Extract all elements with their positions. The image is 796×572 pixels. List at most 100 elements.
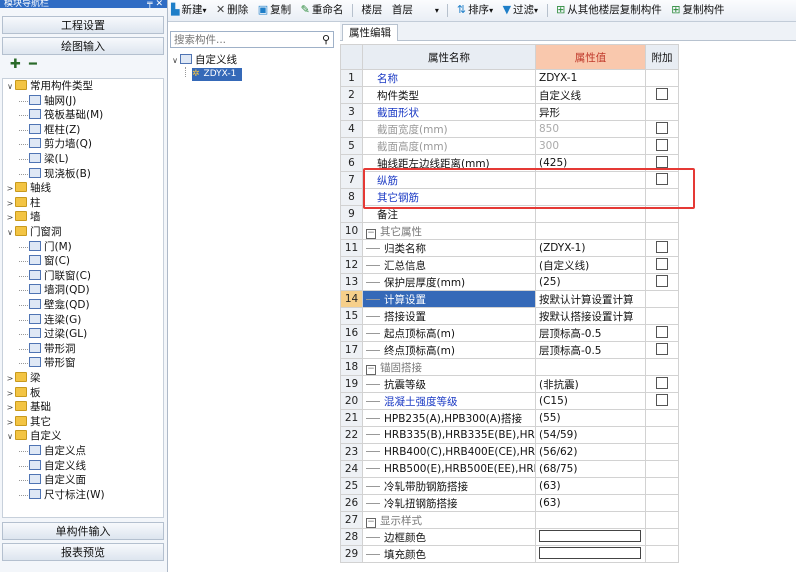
tree-folder[interactable]: ∨ 自定义 [5, 430, 62, 443]
property-value-cell[interactable]: (63) [535, 477, 646, 495]
property-row[interactable]: 21 HPB235(A),HPB300(A)搭接 (55) [340, 409, 679, 427]
property-value-cell[interactable]: (ZDYX-1) [535, 239, 646, 257]
extra-checkbox[interactable] [656, 88, 668, 100]
extra-checkbox[interactable] [656, 377, 668, 389]
property-row[interactable]: 18− 锚固搭接 [340, 358, 679, 376]
expand-toggle-icon[interactable]: > [5, 211, 15, 224]
tree-component-item[interactable]: 框柱(Z) [19, 123, 80, 137]
property-value-cell[interactable]: 层顶标高-0.5 [535, 324, 646, 342]
property-value-cell[interactable] [535, 528, 646, 546]
tree-folder[interactable]: > 墙 [5, 211, 41, 224]
property-value-cell[interactable]: (68/75) [535, 460, 646, 478]
tree-component-item[interactable]: 壁龛(QD) [19, 299, 90, 312]
tree-folder[interactable]: > 梁 [5, 372, 41, 385]
property-value-cell[interactable]: (自定义线) [535, 256, 646, 274]
tree-root-custom-line[interactable]: ∨ 自定义线 [170, 54, 237, 67]
expand-toggle-icon[interactable]: > [5, 372, 15, 385]
tree-folder[interactable]: ∨ 门窗洞 [5, 226, 62, 239]
property-value-cell[interactable] [535, 171, 646, 189]
collapse-toggle-icon[interactable]: ∨ [5, 80, 15, 93]
property-row[interactable]: 9 备注 [340, 205, 679, 223]
extra-checkbox[interactable] [656, 275, 668, 287]
property-row[interactable]: 10− 其它属性 [340, 222, 679, 240]
property-row[interactable]: 14 计算设置 按默认计算设置计算 [340, 290, 679, 308]
navigator-window-controls[interactable]: ╤ ✕ [147, 0, 163, 8]
search-icon[interactable]: ⚲ [322, 33, 330, 46]
extra-checkbox[interactable] [656, 326, 668, 338]
property-row[interactable]: 20 混凝土强度等级 (C15) [340, 392, 679, 410]
collapse-toggle-icon[interactable]: ∨ [5, 430, 15, 443]
sort-button[interactable]: ⇅ 排序▾ [454, 0, 496, 21]
property-value-cell[interactable]: 按默认计算设置计算 [535, 290, 646, 308]
property-row[interactable]: 1 名称 ZDYX-1 [340, 69, 679, 87]
tree-folder[interactable]: > 基础 [5, 401, 51, 414]
tab-property-edit[interactable]: 属性编辑 [342, 24, 398, 41]
color-swatch[interactable] [539, 547, 641, 559]
property-row[interactable]: 17 终点顶标高(m) 层顶标高-0.5 [340, 341, 679, 359]
extra-checkbox[interactable] [656, 241, 668, 253]
property-value-cell[interactable]: (63) [535, 494, 646, 512]
property-value-cell[interactable] [535, 545, 646, 563]
property-row[interactable]: 24 HRB500(E),HRB500E(EE),HRBF (68/75) [340, 460, 679, 478]
copy-component-button[interactable]: ⊞ 复制构件 [668, 0, 727, 21]
property-row[interactable]: 13 保护层厚度(mm) (25) [340, 273, 679, 291]
filter-button[interactable]: ▼ 过滤▾ [500, 0, 541, 21]
property-value-cell[interactable]: (25) [535, 273, 646, 291]
property-value-cell[interactable] [535, 188, 646, 206]
copy-button[interactable]: ▣ 复制 [255, 0, 294, 21]
tree-component-item[interactable]: 筏板基础(M) [19, 109, 103, 122]
property-row[interactable]: 4 截面宽度(mm) 850 [340, 120, 679, 138]
color-swatch[interactable] [539, 530, 641, 542]
expand-toggle-icon[interactable]: > [5, 182, 15, 195]
tree-component-item[interactable]: 门联窗(C) [19, 269, 91, 283]
property-row[interactable]: 22 HRB335(B),HRB335E(BE),HRBF (54/59) [340, 426, 679, 444]
tree-component-item[interactable]: 现浇板(B) [19, 167, 91, 181]
extra-checkbox[interactable] [656, 173, 668, 185]
property-value-cell[interactable]: (C15) [535, 392, 646, 410]
new-button[interactable]: ▙ 新建▾ [168, 0, 209, 21]
property-row[interactable]: 29 填充颜色 [340, 545, 679, 563]
property-value-cell[interactable]: 自定义线 [535, 86, 646, 104]
tree-component-item[interactable]: 剪力墙(Q) [19, 138, 92, 151]
floor-select[interactable]: 首层 ▾ [389, 1, 442, 21]
collapse-all-icon[interactable]: ━ [29, 57, 37, 72]
property-row[interactable]: 25 冷轧带肋钢筋搭接 (63) [340, 477, 679, 495]
property-row[interactable]: 23 HRB400(C),HRB400E(CE),HRBF (56/62) [340, 443, 679, 461]
property-value-cell[interactable]: (425) [535, 154, 646, 172]
extra-checkbox[interactable] [656, 122, 668, 134]
expand-all-icon[interactable]: ✚ [10, 57, 21, 72]
tree-component-item[interactable]: 墙洞(QD) [19, 284, 90, 297]
extra-checkbox[interactable] [656, 258, 668, 270]
property-row[interactable]: 7 纵筋 [340, 171, 679, 189]
tree-component-item[interactable]: 带形窗 [19, 357, 76, 370]
report-preview-button[interactable]: 报表预览 [2, 543, 164, 561]
rename-button[interactable]: ✎ 重命名 [298, 0, 347, 21]
search-input[interactable] [171, 32, 317, 47]
tree-folder[interactable]: > 其它 [5, 415, 51, 429]
property-value-cell[interactable]: 按默认搭接设置计算 [535, 307, 646, 325]
collapse-group-icon[interactable]: − [366, 228, 376, 239]
property-row[interactable]: 5 截面高度(mm) 300 [340, 137, 679, 155]
tree-component-item[interactable]: 门(M) [19, 240, 72, 254]
extra-checkbox[interactable] [656, 139, 668, 151]
property-value-cell[interactable] [535, 511, 646, 529]
property-row[interactable]: 2 构件类型 自定义线 [340, 86, 679, 104]
extra-checkbox[interactable] [656, 394, 668, 406]
property-value-cell[interactable]: 异形 [535, 103, 646, 121]
tree-folder[interactable]: > 柱 [5, 196, 41, 210]
expand-toggle-icon[interactable]: > [5, 416, 15, 429]
property-row[interactable]: 11 归类名称 (ZDYX-1) [340, 239, 679, 257]
drawing-input-button[interactable]: 绘图输入 [2, 37, 164, 55]
tree-component-item[interactable]: 带形洞 [19, 342, 76, 356]
property-row[interactable]: 28 边框颜色 [340, 528, 679, 546]
property-value-cell[interactable]: (56/62) [535, 443, 646, 461]
expand-toggle-icon[interactable]: > [5, 401, 15, 414]
extra-checkbox[interactable] [656, 156, 668, 168]
property-value-cell[interactable]: 850 [535, 120, 646, 138]
tree-component-item[interactable]: 梁(L) [19, 153, 69, 166]
copy-from-other-floor-button[interactable]: ⊞ 从其他楼层复制构件 [553, 0, 665, 21]
tree-item-zdyx-1[interactable]: ✲ ZDYX-1 [192, 68, 243, 81]
property-value-cell[interactable]: 层顶标高-0.5 [535, 341, 646, 359]
tree-folder[interactable]: ∨ 常用构件类型 [5, 80, 93, 93]
property-row[interactable]: 3 截面形状 异形 [340, 103, 679, 121]
